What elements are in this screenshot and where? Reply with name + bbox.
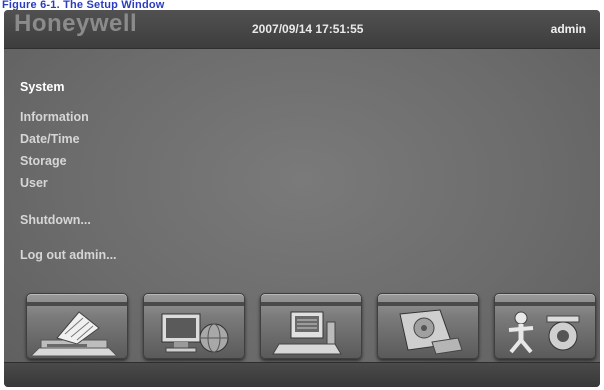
top-bar: Honeywell 2007/09/14 17:51:55 admin (4, 10, 600, 49)
menu-item-log-out[interactable]: Log out admin... (20, 248, 117, 262)
network-setup-icon (161, 313, 229, 353)
recording-setup-button[interactable] (260, 293, 362, 359)
current-user: admin (550, 22, 586, 36)
menu-item-storage[interactable]: Storage (20, 154, 67, 168)
system-setup-icon (29, 311, 119, 357)
date-time: 2007/09/14 17:51:55 (252, 22, 364, 36)
menu-item-date-time[interactable]: Date/Time (20, 132, 80, 146)
camera-setup-button[interactable] (494, 293, 596, 359)
menu-item-user[interactable]: User (20, 176, 48, 190)
bottom-bar (4, 362, 600, 387)
recording-setup-icon (272, 311, 342, 355)
menu-item-system[interactable]: System (20, 80, 64, 94)
setup-dock (26, 293, 598, 361)
menu-item-shutdown[interactable]: Shutdown... (20, 213, 91, 227)
setup-window: Honeywell 2007/09/14 17:51:55 admin Syst… (4, 10, 600, 387)
network-setup-button[interactable] (143, 293, 245, 359)
system-setup-button[interactable] (26, 293, 128, 359)
storage-setup-icon (399, 309, 463, 355)
storage-setup-button[interactable] (377, 293, 479, 359)
menu-item-information[interactable]: Information (20, 110, 89, 124)
camera-setup-icon (508, 311, 580, 354)
logo: Honeywell (14, 10, 138, 37)
